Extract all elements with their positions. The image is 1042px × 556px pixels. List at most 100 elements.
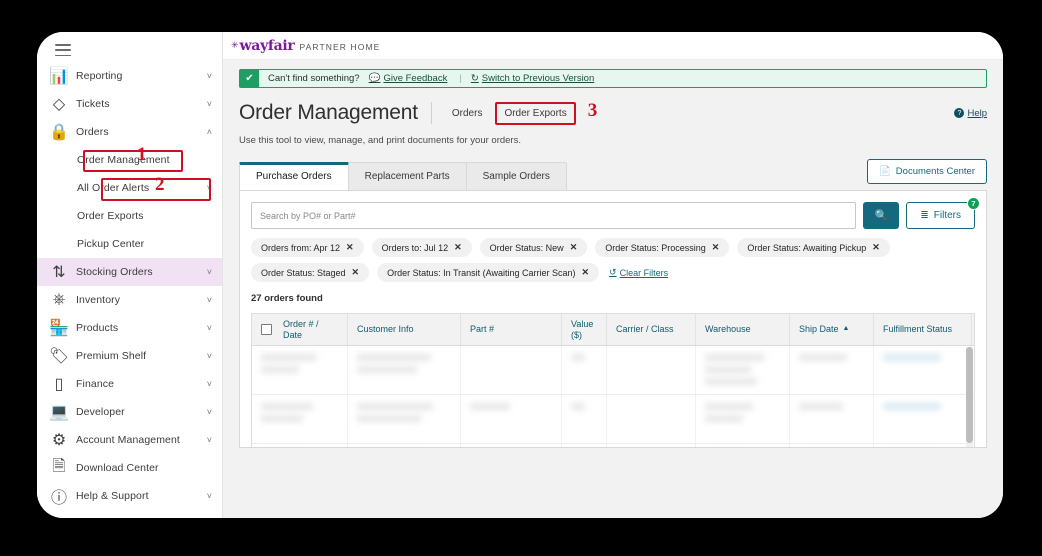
sidebar-item-pickup-center[interactable]: Pickup Center [37, 230, 222, 258]
table-vertical-scrollbar[interactable] [966, 347, 973, 448]
chevron-down-icon[interactable]: ˅ [207, 324, 212, 333]
chevron-down-icon[interactable]: ˅ [207, 436, 212, 445]
remove-filter-icon[interactable]: ✕ [582, 267, 590, 278]
table-cell-redacted [874, 395, 972, 443]
orders-table: Order # / DateCustomer InfoPart # Value (… [251, 313, 975, 448]
filter-chip-label: Order Status: Awaiting Pickup [747, 243, 866, 253]
search-input[interactable] [251, 202, 856, 229]
column-header-warehouse[interactable]: Warehouse [696, 314, 790, 345]
remove-filter-icon[interactable]: ✕ [346, 242, 354, 253]
gear-icon: ⚙ [51, 432, 67, 448]
search-button[interactable]: 🔍 [863, 202, 899, 229]
sidebar-item-stocking-orders[interactable]: ⇅ Stocking Orders ˅ [37, 258, 222, 286]
column-header-label: Value ($) [571, 319, 593, 340]
chevron-down-icon[interactable]: ˅ [207, 184, 212, 193]
remove-filter-icon[interactable]: ✕ [454, 242, 462, 253]
filters-label: Filters [934, 210, 961, 221]
filter-chip[interactable]: Orders from: Apr 12 ✕ [251, 238, 364, 257]
sidebar-item-download-center[interactable]: 🗎Download Center [37, 454, 222, 482]
chevron-down-icon[interactable]: ˅ [207, 492, 212, 501]
column-header-part[interactable]: Part # [461, 314, 562, 345]
subtab-order-exports[interactable]: Order Exports [495, 102, 575, 125]
sidebar-item-label: Stocking Orders [76, 266, 153, 278]
sidebar-item-all-order-alerts[interactable]: All Order Alerts ˅ [37, 174, 222, 202]
filter-chip[interactable]: Order Status: In Transit (Awaiting Carri… [377, 263, 599, 282]
table-cell-redacted [348, 395, 461, 443]
sidebar-item-account-management[interactable]: ⚙Account Management˅ [37, 426, 222, 454]
sidebar-item-reporting[interactable]: 📊Reporting˅ [37, 62, 222, 90]
sort-ascending-icon[interactable]: ▲ [843, 325, 850, 333]
chevron-down-icon[interactable]: ˅ [207, 408, 212, 417]
tag-icon: 🏷 [51, 348, 67, 364]
sidebar-item-label: Order Exports [77, 210, 144, 222]
column-header-value[interactable]: Value ($) [562, 314, 607, 345]
clear-filters-link[interactable]: ↺Clear Filters [609, 267, 668, 278]
search-icon: 🔍 [875, 209, 889, 222]
remove-filter-icon[interactable]: ✕ [712, 242, 720, 253]
check-circle-icon: ✔ [240, 70, 259, 87]
credit-card-icon: ▯ [51, 376, 67, 392]
table-row[interactable] [252, 346, 974, 395]
sidebar-item-order-management[interactable]: Order Management [37, 146, 222, 174]
filter-chip[interactable]: Order Status: Staged✕ [251, 263, 369, 282]
tab-list: Purchase OrdersReplacement PartsSample O… [239, 162, 566, 190]
documents-center-label: Documents Center [896, 166, 975, 177]
wayfair-logo[interactable]: ✳ wayfair PARTNER HOME [231, 38, 380, 54]
sidebar-item-label: Premium Shelf [76, 350, 146, 362]
filters-button[interactable]: ≣ Filters 7 [906, 202, 975, 229]
remove-filter-icon[interactable]: ✕ [570, 242, 578, 253]
filter-chip-label: Order Status: In Transit (Awaiting Carri… [387, 268, 575, 278]
sidebar-item-developer[interactable]: 💻Developer˅ [37, 398, 222, 426]
chevron-down-icon[interactable]: ˅ [207, 296, 212, 305]
remove-filter-icon[interactable]: ✕ [352, 267, 360, 278]
filter-chip[interactable]: Order Status: Processing✕ [595, 238, 729, 257]
sidebar-item-premium-shelf[interactable]: 🏷 Premium Shelf ˅ [37, 342, 222, 370]
sidebar-item-label: Developer [76, 406, 125, 418]
tab-replacement-parts[interactable]: Replacement Parts [348, 162, 467, 190]
column-header-fulfillment-status[interactable]: Fulfillment Status [874, 314, 972, 345]
column-header-order-date[interactable]: Order # / Date [252, 314, 348, 345]
chevron-down-icon[interactable]: ˅ [207, 72, 212, 81]
table-cell-redacted [607, 346, 696, 394]
select-all-checkbox[interactable] [261, 324, 272, 335]
column-header-carrier-class[interactable]: Carrier / Class [607, 314, 696, 345]
help-link[interactable]: ? Help [954, 108, 987, 119]
sidebar-item-tickets[interactable]: ◇Tickets˅ [37, 90, 222, 118]
column-header-ship-date[interactable]: Ship Date▲ [790, 314, 874, 345]
filter-chip[interactable]: Orders to: Jul 12✕ [372, 238, 472, 257]
sidebar-item-label: Order Management [77, 154, 170, 166]
column-header-customer-info[interactable]: Customer Info [348, 314, 461, 345]
banner-separator: | [459, 73, 461, 84]
sidebar-item-finance[interactable]: ▯Finance˅ [37, 370, 222, 398]
chevron-down-icon[interactable]: ˅ [207, 380, 212, 389]
tab-sample-orders[interactable]: Sample Orders [466, 162, 567, 190]
documents-center-button[interactable]: 📄 Documents Center [867, 159, 987, 184]
table-row[interactable] [252, 395, 974, 444]
sidebar-item-order-exports[interactable]: Order Exports [37, 202, 222, 230]
chevron-down-icon[interactable]: ˅ [207, 268, 212, 277]
give-feedback-link[interactable]: 💬 Give Feedback [369, 73, 448, 84]
sidebar-item-help-support[interactable]: ⓘHelp & Support˅ [37, 482, 222, 510]
filter-chip[interactable]: Order Status: New ✕ [480, 238, 588, 257]
filter-chip-label: Orders from: Apr 12 [261, 243, 340, 253]
subtab-orders[interactable]: Orders [445, 104, 490, 123]
filter-chip[interactable]: Order Status: Awaiting Pickup ✕ [737, 238, 889, 257]
switch-previous-version-link[interactable]: ↻ Switch to Previous Version [471, 73, 594, 84]
tab-purchase-orders[interactable]: Purchase Orders [239, 162, 349, 190]
sidebar-item-inventory[interactable]: ⎈Inventory˅ [37, 286, 222, 314]
table-cell-redacted [790, 395, 874, 443]
stocking-orders-icon: ⇅ [51, 264, 67, 280]
wayfair-wordmark: wayfair [240, 38, 295, 54]
remove-filter-icon[interactable]: ✕ [872, 242, 880, 253]
sidebar-item-products[interactable]: 🏪Products˅ [37, 314, 222, 342]
chevron-down-icon[interactable]: ˅ [207, 100, 212, 109]
table-row[interactable] [252, 444, 974, 448]
chevron-down-icon[interactable]: ˅ [207, 352, 212, 361]
sidebar-item-orders[interactable]: 🔒Orders˄ [37, 118, 222, 146]
hamburger-menu-icon[interactable] [55, 44, 71, 56]
chevron-up-icon[interactable]: ˄ [207, 128, 212, 137]
filter-chip-label: Order Status: New [490, 243, 564, 253]
sidebar-item-label: All Order Alerts [77, 182, 149, 194]
annotation-number-3: 3 [588, 100, 598, 122]
document-icon: 📄 [879, 166, 891, 177]
